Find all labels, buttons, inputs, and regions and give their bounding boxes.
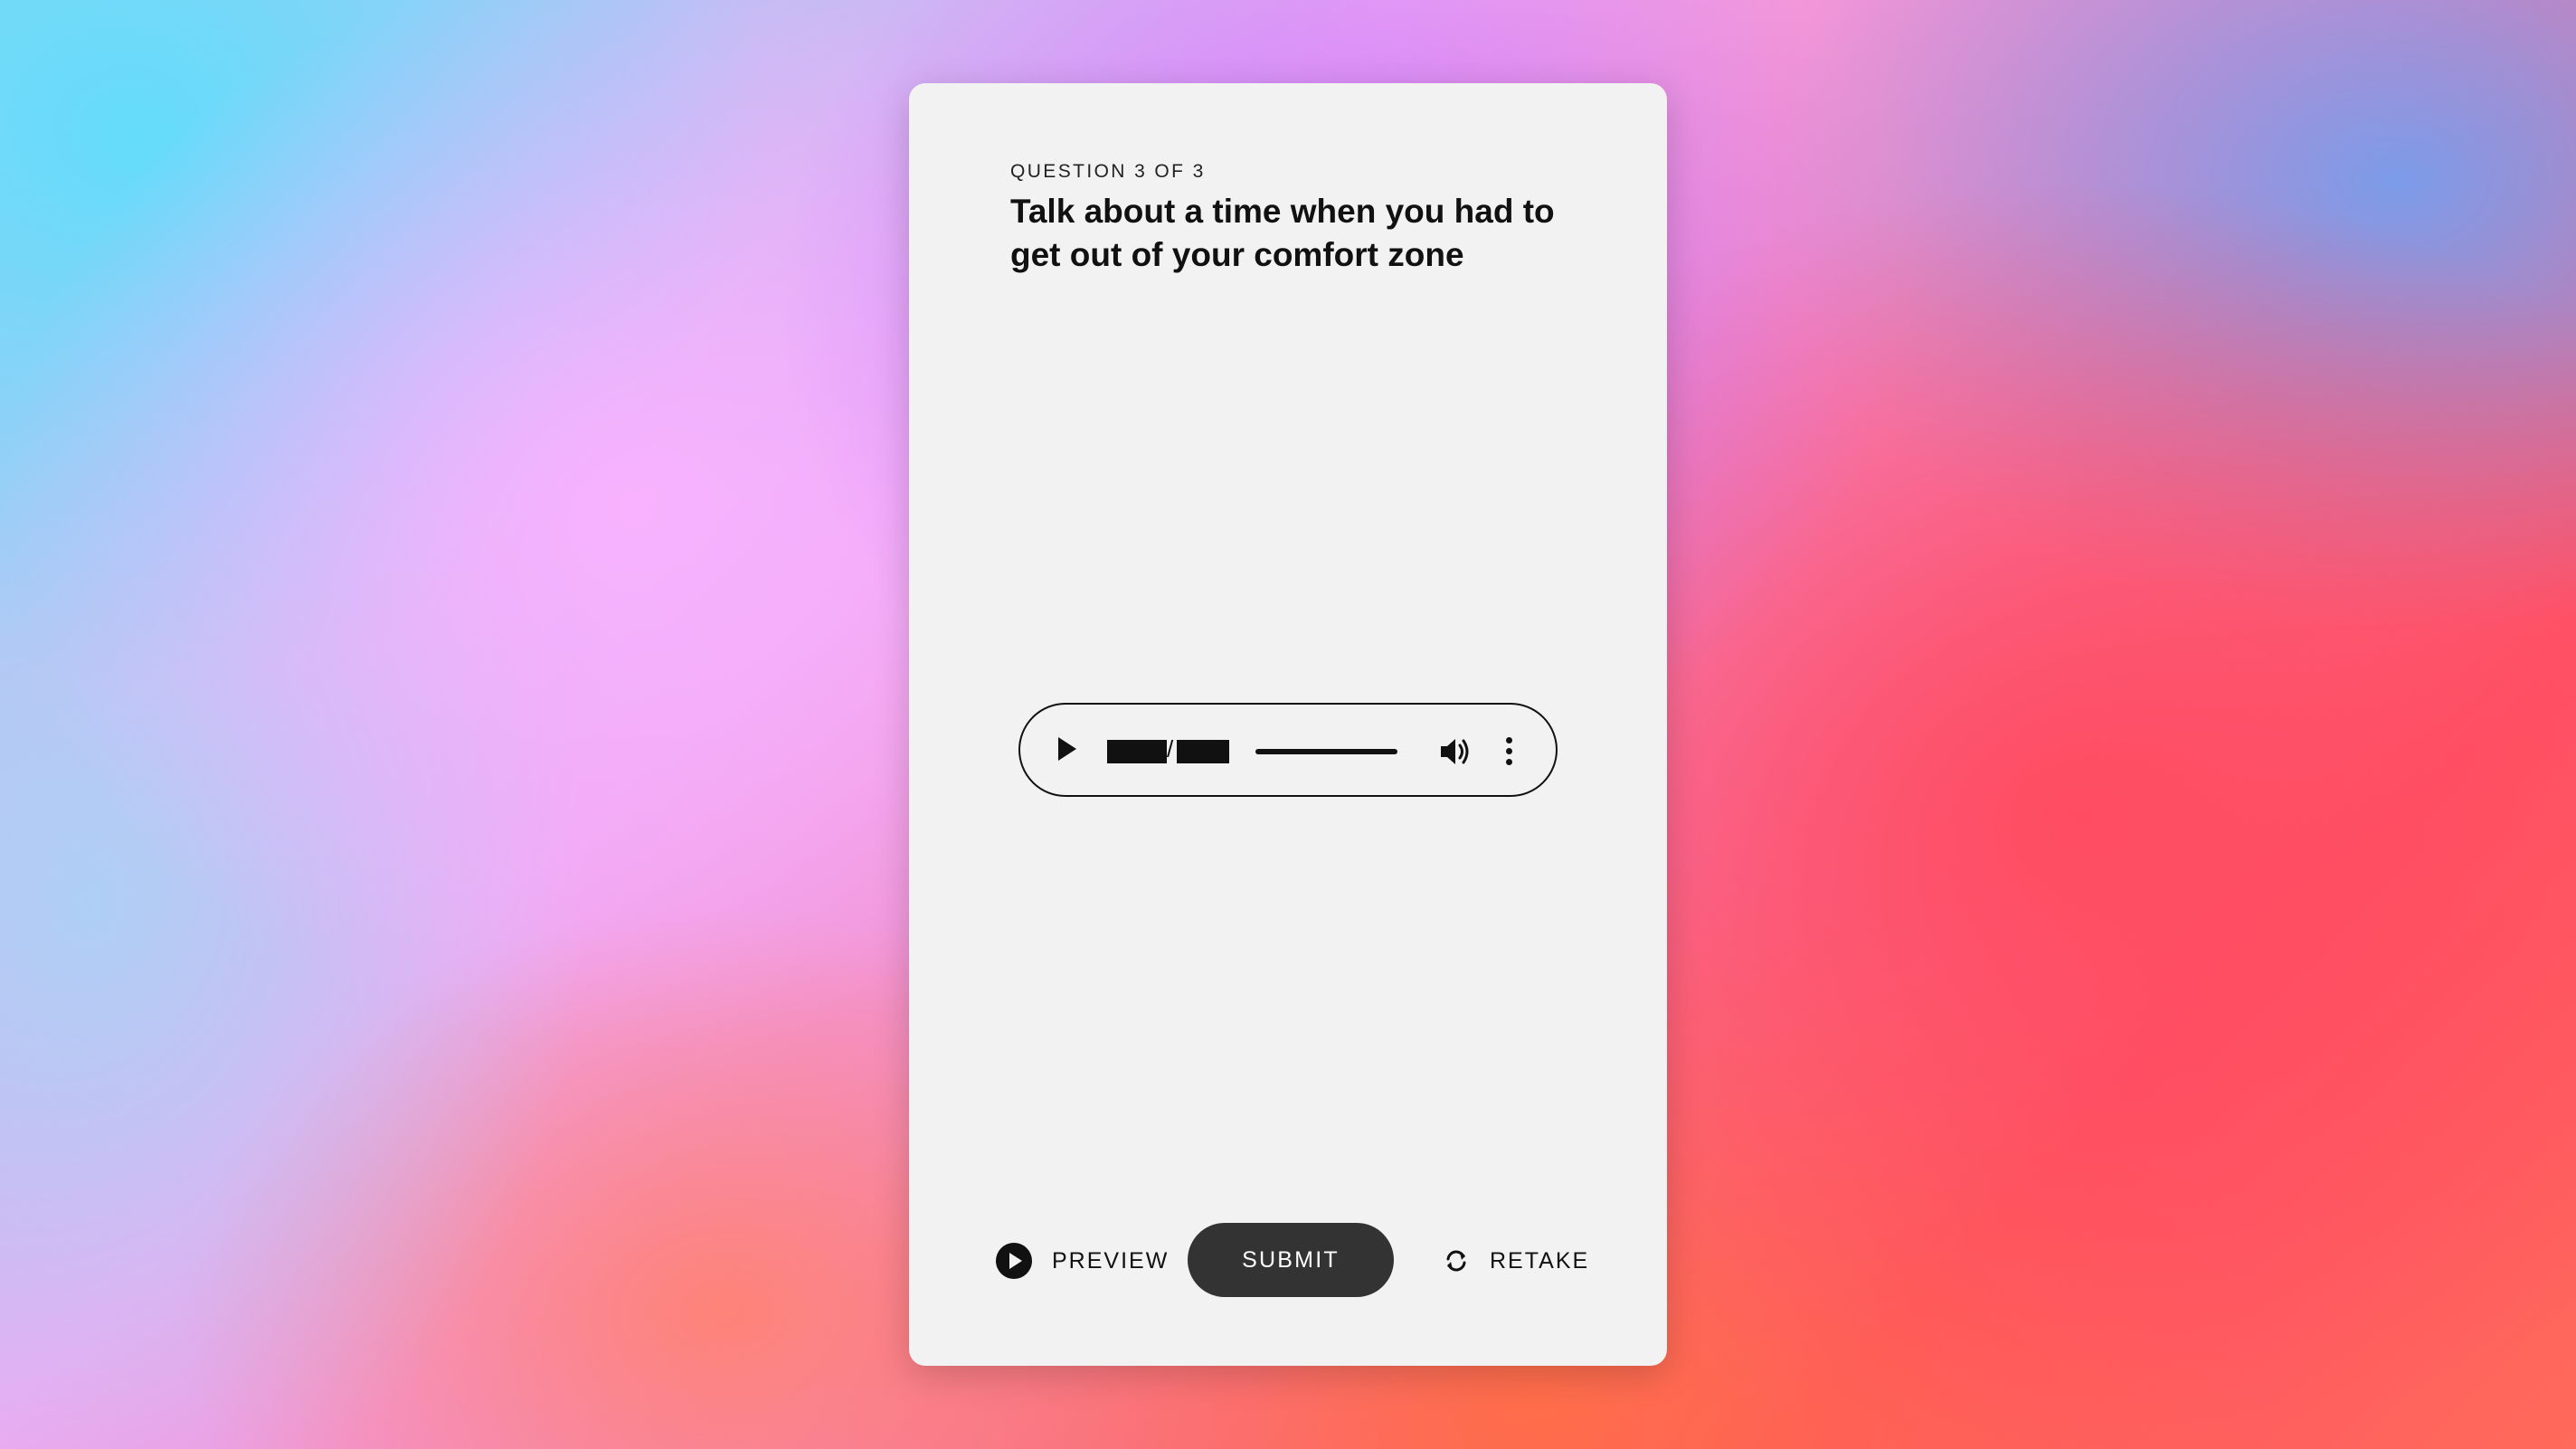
question-title: Talk about a time when you had to get ou… [1010, 193, 1555, 273]
play-icon[interactable] [1058, 737, 1076, 761]
retake-button[interactable]: RETAKE [1443, 1243, 1589, 1279]
refresh-icon [1446, 1250, 1466, 1272]
question-card: QUESTION 3 OF 3 Talk about a time when y… [909, 83, 1667, 1366]
time-separator: / [1167, 735, 1174, 762]
volume-icon[interactable] [1439, 736, 1472, 767]
question-counter: QUESTION 3 OF 3 [1010, 161, 1206, 182]
more-vertical-icon[interactable] [1506, 737, 1513, 768]
current-time-redacted [1107, 740, 1167, 763]
action-bar: PREVIEW SUBMIT RETAKE [909, 1223, 1667, 1297]
retake-label: RETAKE [1490, 1247, 1590, 1274]
play-circle-icon [996, 1243, 1032, 1279]
seek-bar[interactable] [1255, 749, 1397, 754]
preview-label: PREVIEW [1052, 1247, 1170, 1274]
submit-button[interactable]: SUBMIT [1188, 1223, 1394, 1297]
audio-player: / [1018, 703, 1558, 797]
preview-button[interactable]: PREVIEW [996, 1243, 1169, 1279]
duration-redacted [1177, 740, 1229, 763]
